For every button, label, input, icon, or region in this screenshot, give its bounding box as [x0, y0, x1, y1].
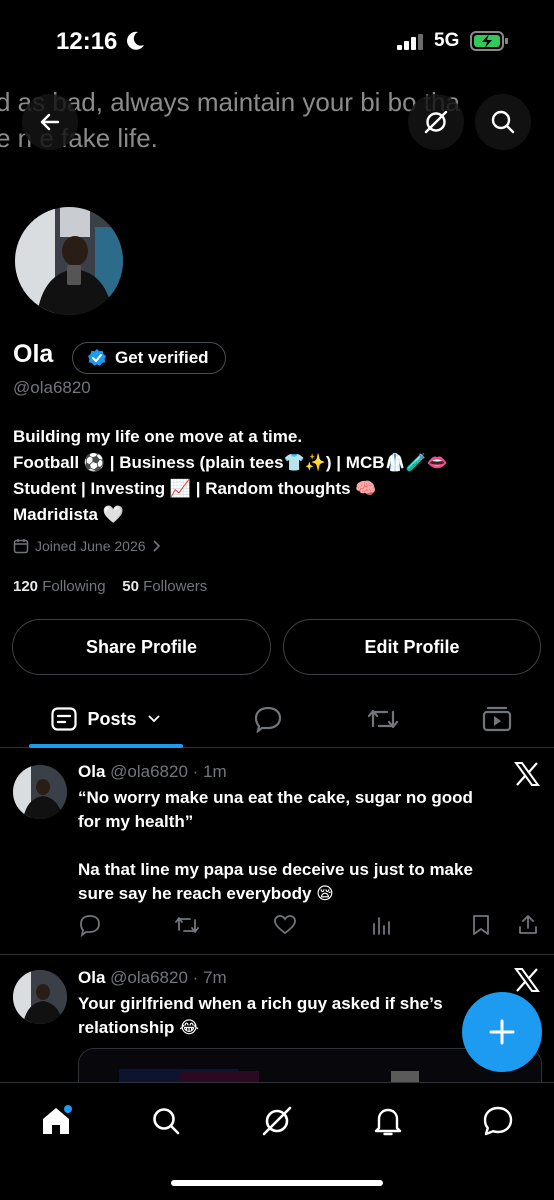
profile-banner: d as bad, always maintain your bi bo tha… [0, 84, 554, 180]
repost-icon [367, 709, 399, 729]
reply-icon[interactable] [78, 913, 102, 937]
nav-messages[interactable] [478, 1101, 518, 1141]
plus-icon [489, 1019, 515, 1045]
message-bubble-icon [483, 1106, 513, 1136]
like-icon[interactable] [273, 913, 297, 937]
joined-label: Joined June 2026 [35, 538, 146, 554]
home-icon [43, 1105, 72, 1134]
bio-line: Madridista 🤍 [13, 505, 124, 524]
back-button[interactable] [22, 94, 78, 150]
post-avatar-photo [13, 765, 67, 819]
active-tab-indicator [29, 744, 183, 748]
joined-date[interactable]: Joined June 2026 [13, 538, 162, 554]
get-verified-button[interactable]: Get verified [72, 342, 226, 374]
nav-search[interactable] [146, 1101, 186, 1141]
profile-name: Ola [13, 340, 54, 368]
compose-post-button[interactable] [462, 992, 542, 1072]
post-text: “No worry make una eat the cake, sugar n… [78, 788, 473, 903]
get-verified-label: Get verified [115, 348, 209, 367]
bookmark-icon[interactable] [470, 913, 492, 937]
post-avatar-photo [13, 970, 67, 1024]
post-text: Your girlfriend when a rich guy asked if… [78, 994, 443, 1037]
profile-avatar[interactable] [12, 204, 126, 318]
chevron-down-icon [147, 715, 160, 723]
search-icon [491, 110, 515, 134]
post-avatar[interactable] [13, 765, 67, 819]
tab-media[interactable] [467, 690, 527, 748]
calendar-icon [13, 539, 29, 554]
search-icon [153, 1108, 180, 1135]
nav-grok[interactable] [257, 1101, 297, 1141]
post-author[interactable]: Ola [78, 762, 105, 781]
post-handle: @ola6820 [110, 968, 188, 987]
profile-tabs: Posts [0, 690, 554, 748]
follow-stats: 120 Following 50 Followers [13, 578, 207, 595]
nav-notifications[interactable] [368, 1101, 408, 1141]
post-time: · 1m [192, 762, 227, 781]
edit-profile-button[interactable]: Edit Profile [283, 619, 541, 675]
bio-line: Football ⚽ | Business (plain tees👕✨) | M… [13, 453, 448, 472]
tab-posts-label: Posts [87, 708, 137, 729]
bell-icon [374, 1108, 402, 1136]
share-icon[interactable] [516, 913, 540, 937]
bio-line: Building my life one move at a time. [13, 427, 303, 446]
share-profile-button[interactable]: Share Profile [12, 619, 271, 675]
signal-icon [397, 34, 423, 50]
post-actions [78, 913, 548, 939]
arrow-left-icon [40, 113, 60, 131]
avatar-photo [15, 207, 123, 315]
views-icon[interactable] [371, 913, 393, 937]
post-divider [0, 954, 554, 955]
post-author[interactable]: Ola [78, 968, 105, 987]
following-link[interactable]: 120 Following [13, 578, 106, 595]
video-icon [482, 706, 512, 732]
post-handle: @ola6820 [110, 762, 188, 781]
network-label: 5G [434, 30, 460, 51]
verified-badge-icon [88, 349, 106, 366]
banner-text: d as bad, always maintain your bi bo tha… [0, 87, 460, 153]
bio-line: Student | Investing 📈 | Random thoughts … [13, 479, 377, 498]
posts-icon [51, 707, 78, 731]
grok-icon [262, 1106, 292, 1136]
post-header: Ola @ola6820 · 7m [78, 968, 227, 988]
repost-action-icon[interactable] [174, 913, 200, 937]
nav-home[interactable] [36, 1101, 76, 1141]
tab-replies[interactable] [238, 690, 298, 748]
post-header: Ola @ola6820 · 1m [78, 762, 227, 782]
profile-handle: @ola6820 [13, 378, 91, 397]
battery-charging-icon [470, 31, 508, 51]
tab-posts[interactable]: Posts [29, 690, 183, 748]
grok-icon [424, 110, 448, 134]
x-logo-icon [514, 968, 540, 992]
grok-button[interactable] [408, 94, 464, 150]
status-bar: 12:16 5G [0, 0, 554, 84]
x-logo-icon [514, 762, 540, 786]
post-time: · 7m [192, 968, 227, 987]
search-button[interactable] [475, 94, 531, 150]
chevron-right-icon [152, 540, 160, 552]
post-avatar[interactable] [13, 970, 67, 1024]
followers-link[interactable]: 50 Followers [122, 578, 207, 595]
moon-icon [127, 31, 144, 50]
profile-bio: Building my life one move at a time. Foo… [13, 424, 543, 528]
status-time: 12:16 [56, 28, 118, 55]
reply-bubble-icon [254, 706, 282, 733]
tab-reposts[interactable] [353, 690, 413, 748]
home-indicator [171, 1180, 383, 1186]
